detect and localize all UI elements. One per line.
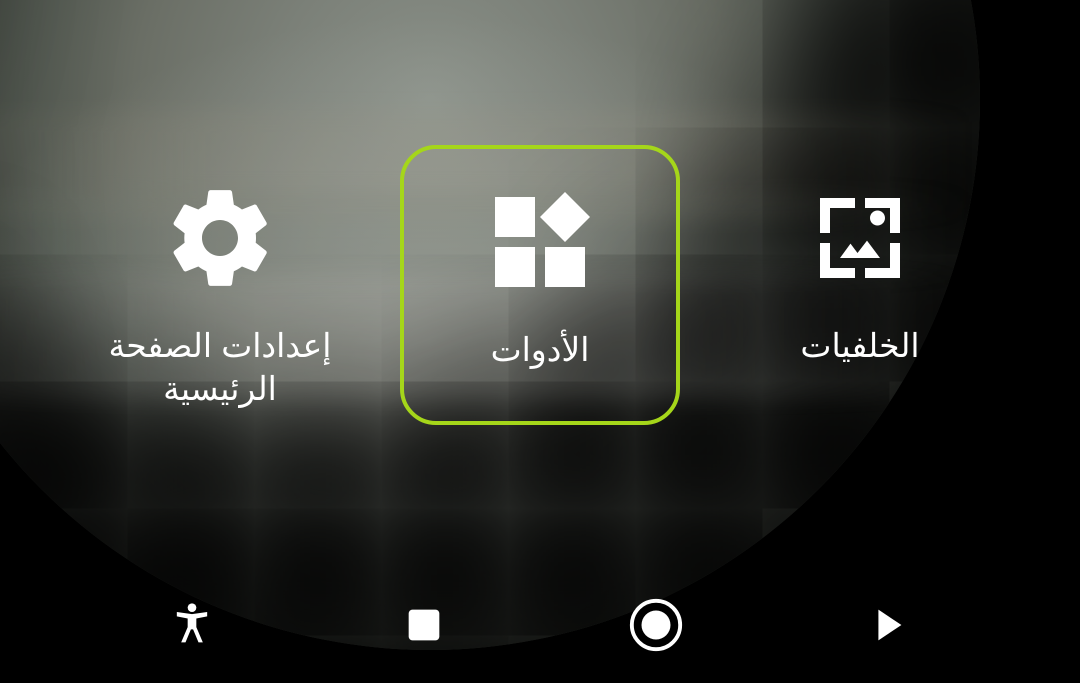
- wallpapers-label: الخلفيات: [800, 325, 919, 368]
- widgets-icon: [475, 177, 605, 307]
- home-settings-label: إعدادات الصفحة الرئيسية: [80, 325, 360, 411]
- wallpaper-icon: [795, 173, 925, 303]
- accessibility-button[interactable]: [152, 585, 232, 665]
- widgets-option[interactable]: الأدوات: [400, 145, 680, 425]
- system-nav-bar: [0, 585, 1080, 665]
- home-button[interactable]: [616, 585, 696, 665]
- gear-icon: [155, 173, 285, 303]
- home-settings-option[interactable]: إعدادات الصفحة الرئيسية: [80, 145, 360, 425]
- back-button[interactable]: [848, 585, 928, 665]
- wallpapers-option[interactable]: الخلفيات: [720, 145, 1000, 425]
- home-options-row: إعدادات الصفحة الرئيسية الأدوات الخلفيات: [0, 145, 1080, 425]
- recent-apps-button[interactable]: [384, 585, 464, 665]
- widgets-label: الأدوات: [491, 329, 590, 372]
